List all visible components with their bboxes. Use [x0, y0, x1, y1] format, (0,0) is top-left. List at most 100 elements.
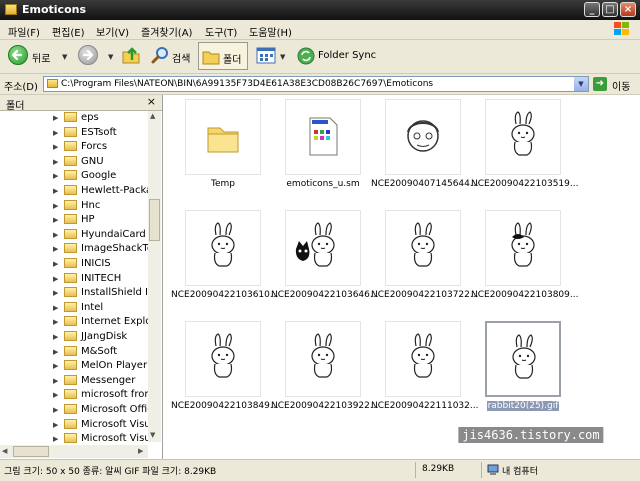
- menu-favorites[interactable]: 즐겨찾기(A): [141, 24, 192, 39]
- file-item[interactable]: NCE20090422111032...: [371, 317, 478, 421]
- up-folder-button[interactable]: [120, 44, 144, 68]
- file-thumbnail[interactable]: [485, 210, 561, 286]
- tree-item[interactable]: ▶ HP: [0, 213, 148, 227]
- file-thumbnail[interactable]: [485, 321, 561, 397]
- chevron-down-icon[interactable]: ▼: [108, 53, 113, 61]
- expand-icon[interactable]: ▶: [53, 143, 58, 151]
- file-thumbnail[interactable]: [485, 99, 561, 175]
- expand-icon[interactable]: ▶: [53, 421, 58, 429]
- expand-icon[interactable]: ▶: [53, 216, 58, 224]
- maximize-button[interactable]: □: [602, 2, 618, 17]
- expand-icon[interactable]: ▶: [53, 391, 58, 399]
- tree-item[interactable]: ▶ eps: [0, 111, 148, 125]
- expand-icon[interactable]: ▶: [53, 406, 58, 414]
- expand-icon[interactable]: ▶: [53, 275, 58, 283]
- menu-help[interactable]: 도움말(H): [249, 24, 292, 39]
- file-item[interactable]: NCE20090422103519...: [471, 95, 578, 199]
- scroll-right-icon[interactable]: ▶: [138, 447, 143, 455]
- file-thumbnail[interactable]: [385, 321, 461, 397]
- file-item[interactable]: NCE20090422103722...: [371, 206, 478, 310]
- minimize-button[interactable]: _: [584, 2, 600, 17]
- file-item[interactable]: NCE20090422103646...: [271, 206, 378, 310]
- expand-icon[interactable]: ▶: [53, 333, 58, 341]
- file-thumbnail[interactable]: [285, 321, 361, 397]
- menu-edit[interactable]: 편집(E): [52, 24, 85, 39]
- expand-icon[interactable]: ▶: [53, 231, 58, 239]
- expand-icon[interactable]: ▶: [53, 348, 58, 356]
- folders-button[interactable]: 폴더: [198, 42, 248, 70]
- file-thumbnail[interactable]: [385, 99, 461, 175]
- file-item[interactable]: NCE20090407145644...: [371, 95, 478, 199]
- chevron-down-icon[interactable]: ▼: [280, 53, 285, 61]
- menu-tools[interactable]: 도구(T): [205, 24, 237, 39]
- scroll-thumb[interactable]: [149, 199, 160, 241]
- scroll-left-icon[interactable]: ◀: [2, 447, 7, 455]
- expand-icon[interactable]: ▶: [53, 172, 58, 180]
- expand-icon[interactable]: ▶: [53, 289, 58, 297]
- file-thumbnail[interactable]: [285, 210, 361, 286]
- tree-item[interactable]: ▶ ImageShackToolbar: [0, 242, 148, 256]
- file-item[interactable]: NCE20090422103610...: [171, 206, 278, 310]
- menu-file[interactable]: 파일(F): [8, 24, 40, 39]
- file-item[interactable]: rabbit20(25).gif: [471, 317, 567, 421]
- tree-item[interactable]: ▶ InstallShield Installation: [0, 286, 148, 300]
- expand-icon[interactable]: ▶: [53, 318, 58, 326]
- vertical-scrollbar[interactable]: ▲ ▼: [148, 111, 161, 442]
- horizontal-scrollbar[interactable]: ◀ ▶: [0, 445, 148, 458]
- tree-item[interactable]: ▶ Microsoft Office: [0, 403, 148, 417]
- close-icon[interactable]: ×: [147, 95, 156, 108]
- file-item[interactable]: Temp: [171, 95, 267, 199]
- expand-icon[interactable]: ▶: [53, 202, 58, 210]
- file-item[interactable]: emoticons_u.sm: [271, 95, 367, 199]
- tree-item[interactable]: ▶ ESTsoft: [0, 126, 148, 140]
- tree-item[interactable]: ▶ Hnc: [0, 199, 148, 213]
- expand-icon[interactable]: ▶: [53, 129, 58, 137]
- tree-item[interactable]: ▶ MelOn Player: [0, 359, 148, 373]
- tree-item[interactable]: ▶ Hewlett-Packard: [0, 184, 148, 198]
- scroll-down-icon[interactable]: ▼: [150, 431, 155, 439]
- expand-icon[interactable]: ▶: [53, 304, 58, 312]
- file-thumbnail[interactable]: [385, 210, 461, 286]
- file-thumbnail[interactable]: [185, 210, 261, 286]
- back-button[interactable]: 뒤로 ▼: [6, 44, 70, 68]
- tree-item[interactable]: ▶ INITECH: [0, 272, 148, 286]
- forward-button[interactable]: ▼: [76, 44, 116, 68]
- expand-icon[interactable]: ▶: [53, 114, 58, 122]
- expand-icon[interactable]: ▶: [53, 260, 58, 268]
- tree-item[interactable]: ▶ Microsoft Visual: [0, 418, 148, 432]
- expand-icon[interactable]: ▶: [53, 245, 58, 253]
- tree-item[interactable]: ▶ Google: [0, 169, 148, 183]
- file-thumbnail[interactable]: [285, 99, 361, 175]
- scroll-thumb[interactable]: [13, 446, 49, 457]
- tree-item[interactable]: ▶ Forcs: [0, 140, 148, 154]
- folder-sync-button[interactable]: Folder Sync: [294, 44, 376, 68]
- file-item[interactable]: NCE20090422103922...: [271, 317, 378, 421]
- expand-icon[interactable]: ▶: [53, 435, 58, 443]
- scroll-up-icon[interactable]: ▲: [150, 112, 155, 120]
- expand-icon[interactable]: ▶: [53, 187, 58, 195]
- chevron-down-icon[interactable]: ▼: [574, 77, 588, 91]
- views-button[interactable]: ▼: [254, 44, 288, 68]
- tree-item[interactable]: ▶ HyundaiCard Web: [0, 228, 148, 242]
- file-thumbnail[interactable]: [185, 321, 261, 397]
- tree-item[interactable]: ▶ GNU: [0, 155, 148, 169]
- tree-item[interactable]: ▶ microsoft frontpage: [0, 388, 148, 402]
- tree-item[interactable]: ▶ INICIS: [0, 257, 148, 271]
- expand-icon[interactable]: ▶: [53, 158, 58, 166]
- file-thumbnail[interactable]: [185, 99, 261, 175]
- tree-item[interactable]: ▶ Intel: [0, 301, 148, 315]
- folder-icon: [64, 389, 77, 400]
- close-button[interactable]: ×: [620, 2, 636, 17]
- file-item[interactable]: NCE20090422103849...: [171, 317, 278, 421]
- tree-item[interactable]: ▶ M&Soft: [0, 345, 148, 359]
- address-input[interactable]: C:\Program Files\NATEON\BIN\6A99135F73D4…: [43, 76, 589, 92]
- search-button[interactable]: 검색: [150, 44, 194, 68]
- expand-icon[interactable]: ▶: [53, 362, 58, 370]
- menu-view[interactable]: 보기(V): [96, 24, 129, 39]
- tree-item[interactable]: ▶ Messenger: [0, 374, 148, 388]
- tree-item[interactable]: ▶ Internet Explorer: [0, 315, 148, 329]
- tree-item[interactable]: ▶ JJangDisk: [0, 330, 148, 344]
- file-item[interactable]: NCE20090422103809...: [471, 206, 578, 310]
- chevron-down-icon[interactable]: ▼: [62, 53, 67, 61]
- expand-icon[interactable]: ▶: [53, 377, 58, 385]
